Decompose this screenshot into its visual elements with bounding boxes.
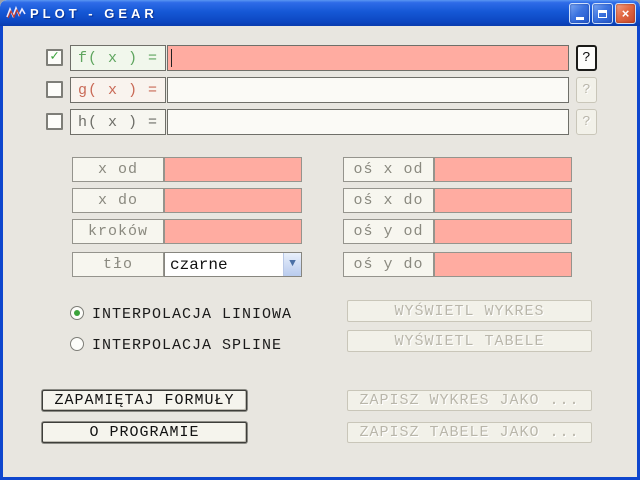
radio-interpolacja-liniowa[interactable] — [70, 306, 84, 320]
save-formulas-button[interactable]: ZAPAMIĘTAJ FORMUŁY — [42, 390, 247, 411]
help-button-h: ? — [576, 109, 597, 135]
radio-label-liniowa[interactable]: INTERPOLACJA LINIOWA — [92, 306, 292, 323]
display-chart-button: WYŚWIETL WYKRES — [347, 300, 592, 322]
function-input-f[interactable] — [167, 45, 569, 71]
label-x-do: x do — [72, 188, 164, 213]
input-os-y-do[interactable] — [434, 252, 572, 277]
display-table-button: WYŚWIETL TABELE — [347, 330, 592, 352]
label-os-y-do: oś y do — [343, 252, 434, 277]
label-os-x-do: oś x do — [343, 188, 434, 213]
maximize-button[interactable] — [592, 3, 613, 24]
radio-selected-dot — [74, 310, 80, 316]
check-icon: ✓ — [50, 48, 59, 65]
window-title: PLOT - GEAR — [30, 5, 158, 21]
radio-label-spline[interactable]: INTERPOLACJA SPLINE — [92, 337, 282, 354]
function-input-g[interactable] — [167, 77, 569, 103]
close-button[interactable]: × — [615, 3, 636, 24]
about-button[interactable]: O PROGRAMIE — [42, 422, 247, 443]
input-os-x-od[interactable] — [434, 157, 572, 182]
checkbox-h[interactable] — [46, 113, 63, 130]
save-table-as-button: ZAPISZ TABELE JAKO ... — [347, 422, 592, 443]
help-button-f[interactable]: ? — [576, 45, 597, 71]
function-label-g: g( x ) = — [70, 77, 166, 103]
chevron-down-icon: ▼ — [289, 258, 296, 270]
window-controls: × — [569, 3, 636, 24]
function-label-f: f( x ) = — [70, 45, 166, 71]
function-input-h[interactable] — [167, 109, 569, 135]
maximize-icon — [598, 9, 607, 18]
label-x-od: x od — [72, 157, 164, 182]
input-krokow[interactable] — [164, 219, 302, 244]
input-os-y-od[interactable] — [434, 219, 572, 244]
app-window: PLOT - GEAR × ✓ f( x ) = ? g( x ) = ? h(… — [0, 0, 640, 480]
titlebar[interactable]: PLOT - GEAR × — [0, 0, 640, 26]
app-icon — [6, 5, 26, 19]
input-x-od[interactable] — [164, 157, 302, 182]
checkbox-g[interactable] — [46, 81, 63, 98]
label-os-y-od: oś y od — [343, 219, 434, 244]
dropdown-button[interactable]: ▼ — [283, 253, 301, 276]
function-label-h: h( x ) = — [70, 109, 166, 135]
label-krokow: kroków — [72, 219, 164, 244]
text-caret — [171, 49, 172, 67]
radio-interpolacja-spline[interactable] — [70, 337, 84, 351]
label-os-x-od: oś x od — [343, 157, 434, 182]
input-os-x-do[interactable] — [434, 188, 572, 213]
dropdown-selected-value: czarne — [170, 255, 228, 274]
minimize-icon — [575, 17, 584, 20]
help-button-g: ? — [576, 77, 597, 103]
input-x-do[interactable] — [164, 188, 302, 213]
checkbox-f[interactable]: ✓ — [46, 49, 63, 66]
close-icon: × — [621, 6, 630, 21]
minimize-button[interactable] — [569, 3, 590, 24]
save-chart-as-button: ZAPISZ WYKRES JAKO ... — [347, 390, 592, 411]
label-tlo: tło — [72, 252, 164, 277]
background-dropdown[interactable]: czarne ▼ — [164, 252, 302, 277]
